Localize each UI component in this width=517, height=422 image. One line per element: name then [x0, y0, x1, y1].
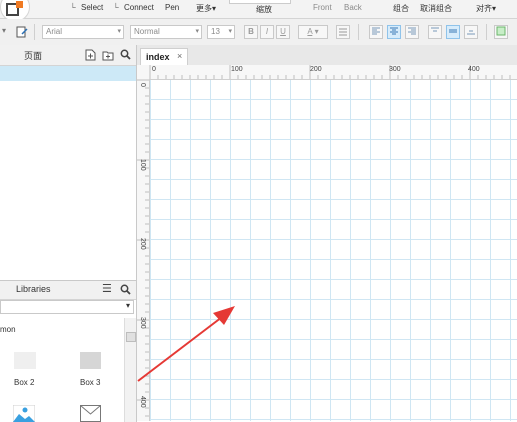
valign-top-button[interactable]: [428, 25, 442, 39]
font-family-select[interactable]: Arial ▾: [42, 25, 124, 39]
library-select[interactable]: ▾: [0, 300, 134, 314]
box-2-shape-icon[interactable]: [14, 352, 36, 369]
tab-index-label: index: [146, 52, 170, 62]
align-label: 对齐: [476, 4, 492, 13]
tab-index[interactable]: index ×: [140, 48, 188, 66]
fill-color-icon: [496, 26, 506, 36]
font-family-value: Arial: [46, 27, 63, 36]
v-ruler-label: 400: [139, 396, 146, 408]
vertical-ruler: 0 100 200 300 400: [137, 79, 150, 421]
font-color-button[interactable]: A ▾: [298, 25, 328, 39]
canvas-area: index × 0 100 200 300 400 0 100 200 300 …: [137, 45, 517, 421]
select-tool-button[interactable]: Select: [81, 3, 103, 12]
align-menu-button[interactable]: 对齐▾: [476, 3, 496, 14]
fill-color-button[interactable]: [494, 25, 508, 39]
valign-bottom-button[interactable]: [464, 25, 478, 39]
h-ruler-label: 200: [310, 66, 322, 73]
libraries-panel-header: Libraries ☰: [0, 281, 136, 300]
select-corner-icon: └: [70, 3, 76, 12]
v-ruler-label: 0: [139, 83, 146, 87]
connect-corner-icon: └: [113, 3, 119, 12]
vertical-ruler-ticks: [137, 79, 149, 417]
valign-top-icon: [431, 27, 439, 32]
align-right-button[interactable]: [405, 25, 419, 39]
format-toolbar: ▾ Arial ▾ Normal ▾ 13 ▾ B I U A ▾: [0, 19, 517, 46]
font-size-select[interactable]: 13 ▾: [207, 25, 235, 39]
zoom-label: 缩放: [256, 5, 272, 14]
text-style-value: Normal: [134, 27, 160, 36]
text-style-select[interactable]: Normal ▾: [130, 25, 202, 39]
font-size-value: 13: [211, 27, 220, 36]
line-style-button[interactable]: [336, 25, 350, 39]
send-back-button[interactable]: Back: [344, 3, 362, 12]
h-ruler-label: 300: [389, 66, 401, 73]
pages-panel-header: 页面: [0, 45, 136, 66]
more-tools-button[interactable]: 更多▾: [196, 3, 216, 14]
libraries-panel-title: Libraries: [16, 284, 51, 294]
chevron-down-icon: ▾: [125, 301, 130, 310]
connect-tool-button[interactable]: Connect: [124, 3, 154, 12]
library-item-label: Box 2: [14, 378, 35, 387]
pages-panel-title: 页面: [24, 51, 43, 61]
underline-button[interactable]: U: [276, 25, 290, 39]
pen-tool-button[interactable]: Pen: [165, 3, 179, 12]
collapse-dropdown-icon[interactable]: ▾: [2, 26, 6, 35]
chevron-down-icon: ▾: [117, 28, 121, 35]
library-group-label: mon: [0, 325, 16, 334]
library-item-label: Box 3: [80, 378, 101, 387]
align-left-button[interactable]: [369, 25, 383, 39]
h-ruler-label: 400: [468, 66, 480, 73]
design-canvas-grid[interactable]: [150, 80, 517, 421]
chevron-down-icon: ▾: [212, 4, 217, 13]
align-left-icon: [372, 27, 380, 35]
v-ruler-label: 100: [139, 159, 146, 171]
more-tools-label: 更多: [196, 4, 212, 13]
v-ruler-label: 300: [139, 317, 146, 329]
menu-icon[interactable]: ☰: [102, 282, 112, 295]
scrollbar-thumb[interactable]: [126, 332, 136, 342]
app-logo-icon: [6, 1, 23, 16]
align-center-button[interactable]: [387, 25, 401, 39]
pages-panel: 页面: [0, 45, 137, 280]
libraries-panel: Libraries ☰ ▾ mon Box 2 Box 3: [0, 280, 137, 422]
box-3-shape-icon[interactable]: [80, 352, 101, 369]
horizontal-ruler-ticks: [149, 65, 511, 79]
add-folder-icon[interactable]: [102, 49, 114, 61]
valign-bottom-icon: [467, 30, 475, 35]
italic-button[interactable]: I: [260, 25, 274, 39]
ungroup-button[interactable]: 取消组合: [420, 3, 452, 14]
bold-button[interactable]: B: [244, 25, 258, 39]
envelope-shape-icon[interactable]: [80, 405, 101, 422]
chevron-down-icon: ▾: [314, 27, 319, 36]
lines-icon: [339, 28, 347, 36]
search-icon[interactable]: [120, 49, 131, 60]
bring-front-button[interactable]: Front: [313, 3, 332, 12]
chevron-down-icon: ▾: [492, 4, 497, 13]
chevron-down-icon: ▾: [195, 28, 199, 35]
h-ruler-label: 100: [231, 66, 243, 73]
valign-middle-icon: [449, 29, 457, 33]
image-shape-icon[interactable]: [13, 405, 35, 422]
add-page-icon[interactable]: [85, 49, 96, 61]
font-color-icon: A: [307, 27, 313, 36]
close-icon[interactable]: ×: [177, 51, 182, 61]
horizontal-ruler: 0 100 200 300 400: [137, 65, 517, 80]
chevron-down-icon: ▾: [228, 28, 232, 35]
align-right-icon: [408, 27, 416, 35]
search-icon[interactable]: [120, 284, 131, 295]
document-tab-strip: index ×: [137, 45, 517, 66]
library-scrollbar[interactable]: [124, 318, 136, 422]
main-toolbar: └ Select └ Connect Pen 更多▾ 缩放 Front Back…: [0, 0, 517, 22]
v-ruler-label: 200: [139, 238, 146, 250]
valign-middle-button[interactable]: [446, 25, 460, 39]
h-ruler-label: 0: [152, 66, 156, 73]
page-style-icon[interactable]: [16, 26, 28, 38]
align-center-icon: [390, 27, 398, 35]
selected-page-row[interactable]: [0, 66, 136, 81]
group-button[interactable]: 组合: [393, 3, 409, 14]
